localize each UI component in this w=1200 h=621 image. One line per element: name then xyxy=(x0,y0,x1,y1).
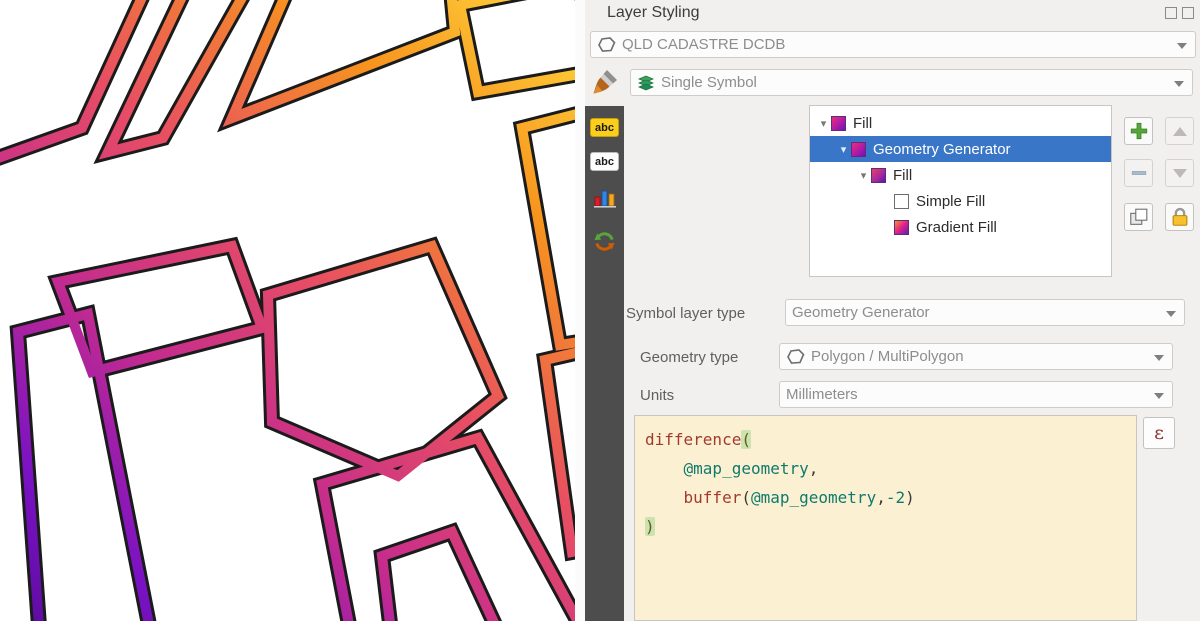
tab-history[interactable] xyxy=(593,230,616,258)
plus-icon xyxy=(1128,120,1150,142)
move-up-button[interactable] xyxy=(1165,117,1194,145)
symbol-layer-type-value: Geometry Generator xyxy=(792,304,930,321)
geometry-type-label: Geometry type xyxy=(640,349,738,366)
expression-line: buffer(@map_geometry,-2) xyxy=(645,483,1126,512)
tree-item-label: Fill xyxy=(893,167,912,184)
move-down-button[interactable] xyxy=(1165,159,1194,187)
paintbrush-icon xyxy=(593,70,617,99)
code-token: -2 xyxy=(886,488,905,507)
geometry-type-select[interactable]: Polygon / MultiPolygon xyxy=(779,343,1173,370)
tree-item-gradient-fill[interactable]: Gradient Fill xyxy=(810,214,1111,240)
code-token: , xyxy=(876,488,886,507)
chevron-down-icon xyxy=(1174,81,1184,87)
expander-icon[interactable]: ▾ xyxy=(836,143,851,156)
tab-symbology[interactable] xyxy=(585,62,624,106)
float-panel-icon[interactable] xyxy=(1165,7,1177,19)
close-panel-icon[interactable] xyxy=(1182,7,1194,19)
chevron-down-icon xyxy=(1177,43,1187,49)
layer-selector[interactable]: QLD CADASTRE DCDB xyxy=(590,31,1196,58)
code-token: @map_geometry xyxy=(684,459,809,478)
code-token: buffer xyxy=(684,488,742,507)
tree-item-label: Gradient Fill xyxy=(916,219,997,236)
tree-item-label: Geometry Generator xyxy=(873,141,1011,158)
duplicate-icon xyxy=(1128,206,1150,228)
tree-item-label: Fill xyxy=(853,115,872,132)
add-symbol-layer-button[interactable] xyxy=(1124,117,1153,145)
expression-editor[interactable]: difference( @map_geometry, buffer(@map_g… xyxy=(634,415,1137,621)
qgis-window: Layer Styling QLD CADASTRE DCDB xyxy=(0,0,1200,621)
code-token: ( xyxy=(741,488,751,507)
symbol-swatch xyxy=(851,142,866,157)
chevron-down-icon xyxy=(1154,393,1164,399)
symbol-swatch xyxy=(894,220,909,235)
expression-line: ) xyxy=(645,512,1126,541)
code-token: @map_geometry xyxy=(751,488,876,507)
lock-icon xyxy=(1169,206,1191,228)
epsilon-icon: ε xyxy=(1154,422,1164,444)
panel-title: Layer Styling xyxy=(607,4,700,22)
units-select[interactable]: Millimeters xyxy=(779,381,1173,408)
arrow-down-icon xyxy=(1173,169,1187,178)
remove-symbol-layer-button[interactable] xyxy=(1124,159,1153,187)
code-token xyxy=(645,459,684,478)
expander-icon[interactable]: ▾ xyxy=(856,169,871,182)
code-token: ( xyxy=(741,430,751,449)
expression-line: @map_geometry, xyxy=(645,454,1126,483)
renderer-selector-value: Single Symbol xyxy=(661,74,757,91)
code-token: ) xyxy=(645,517,655,536)
tab-labels[interactable]: abc xyxy=(590,118,619,137)
expression-line: difference( xyxy=(645,425,1126,454)
polygon-layer-icon xyxy=(597,36,616,53)
layer-selector-value: QLD CADASTRE DCDB xyxy=(622,36,785,53)
tree-item-simple-fill[interactable]: Simple Fill xyxy=(810,188,1111,214)
polygon-geometry-icon xyxy=(786,348,805,365)
single-symbol-icon xyxy=(637,74,655,92)
chevron-down-icon xyxy=(1154,355,1164,361)
geometry-type-value: Polygon / MultiPolygon xyxy=(811,348,964,365)
lock-colors-button[interactable] xyxy=(1165,203,1194,231)
tree-item-fill-sub[interactable]: ▾ Fill xyxy=(810,162,1111,188)
tree-item-fill-root[interactable]: ▾ Fill xyxy=(810,110,1111,136)
cadastre-map-drawing xyxy=(0,0,575,621)
expression-builder-button[interactable]: ε xyxy=(1143,417,1175,449)
code-token xyxy=(645,488,684,507)
map-canvas[interactable] xyxy=(0,0,575,621)
style-tabs: abc abc xyxy=(585,62,624,621)
code-token: ) xyxy=(905,488,915,507)
callouts-icon: abc xyxy=(595,156,614,168)
chevron-down-icon xyxy=(1166,311,1176,317)
code-token: , xyxy=(809,459,819,478)
symbol-swatch xyxy=(871,168,886,183)
history-icon xyxy=(593,240,616,257)
tree-item-label: Simple Fill xyxy=(916,193,985,210)
units-label: Units xyxy=(640,387,674,404)
labels-icon: abc xyxy=(595,122,614,134)
minus-icon xyxy=(1128,162,1150,184)
tab-diagrams[interactable] xyxy=(593,186,617,215)
arrow-up-icon xyxy=(1173,127,1187,136)
symbol-layer-tree: ▾ Fill ▾ Geometry Generator ▾ Fill Simpl… xyxy=(809,105,1112,277)
renderer-selector[interactable]: Single Symbol xyxy=(630,69,1193,96)
tab-callouts[interactable]: abc xyxy=(590,152,619,171)
duplicate-symbol-layer-button[interactable] xyxy=(1124,203,1153,231)
symbol-swatch xyxy=(831,116,846,131)
tree-item-geometry-generator[interactable]: ▾ Geometry Generator xyxy=(810,136,1111,162)
symbol-swatch xyxy=(894,194,909,209)
symbol-layer-type-label: Symbol layer type xyxy=(626,305,745,322)
diagrams-icon xyxy=(593,197,617,214)
units-value: Millimeters xyxy=(786,386,858,403)
expander-icon[interactable]: ▾ xyxy=(816,117,831,130)
symbol-layer-type-select[interactable]: Geometry Generator xyxy=(785,299,1185,326)
code-token: difference xyxy=(645,430,741,449)
layer-styling-panel: Layer Styling QLD CADASTRE DCDB xyxy=(585,0,1200,621)
